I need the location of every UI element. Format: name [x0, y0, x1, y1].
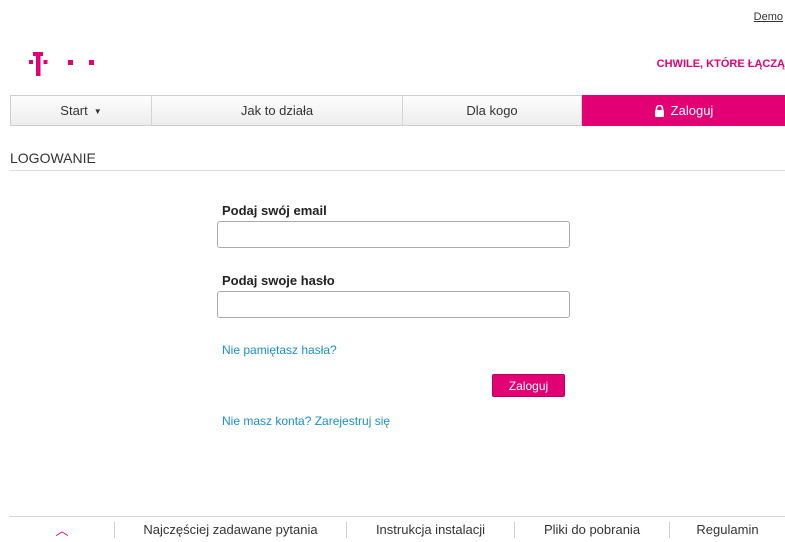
nav-how-it-works-label: Jak to działa [240, 103, 314, 118]
nav-start-label: Start [60, 103, 88, 118]
password-label: Podaj swoje hasło [222, 273, 335, 288]
forgot-password-link[interactable]: Nie pamiętasz hasła? [222, 343, 337, 357]
brand-tagline: CHWILE, KTÓRE ŁĄCZĄ [656, 58, 785, 70]
main-nav: Start ▼ Jak to działa Dla kogo Zaloguj [10, 95, 785, 126]
footer-terms-link[interactable]: Regulamin [670, 522, 785, 538]
nav-how-it-works[interactable]: Jak to działa [152, 96, 403, 125]
login-button[interactable]: Zaloguj [492, 374, 565, 397]
footer-nav: ︿ Najczęściej zadawane pytania Instrukcj… [10, 516, 785, 542]
telekom-logo-icon[interactable] [29, 52, 99, 76]
footer-faq-link[interactable]: Najczęściej zadawane pytania [115, 521, 347, 538]
nav-login-label: Zaloguj [670, 103, 714, 118]
nav-for-whom[interactable]: Dla kogo [403, 96, 582, 125]
nav-for-whom-label: Dla kogo [466, 103, 518, 118]
page-title: LOGOWANIE [10, 150, 96, 166]
demo-link[interactable]: Demo [754, 11, 783, 23]
footer-downloads-link[interactable]: Pliki do pobrania [515, 521, 670, 538]
email-field[interactable] [217, 221, 570, 248]
title-divider [10, 170, 785, 171]
caret-down-icon: ▼ [93, 107, 102, 116]
chevron-up-icon[interactable]: ︿ [10, 521, 115, 538]
nav-login[interactable]: Zaloguj [582, 95, 785, 126]
password-field[interactable] [217, 291, 570, 318]
email-label: Podaj swój email [222, 203, 327, 218]
lock-icon [654, 104, 664, 117]
register-link[interactable]: Nie masz konta? Zarejestruj się [222, 414, 390, 428]
footer-install-link[interactable]: Instrukcja instalacji [347, 521, 515, 538]
nav-start[interactable]: Start ▼ [11, 96, 152, 125]
